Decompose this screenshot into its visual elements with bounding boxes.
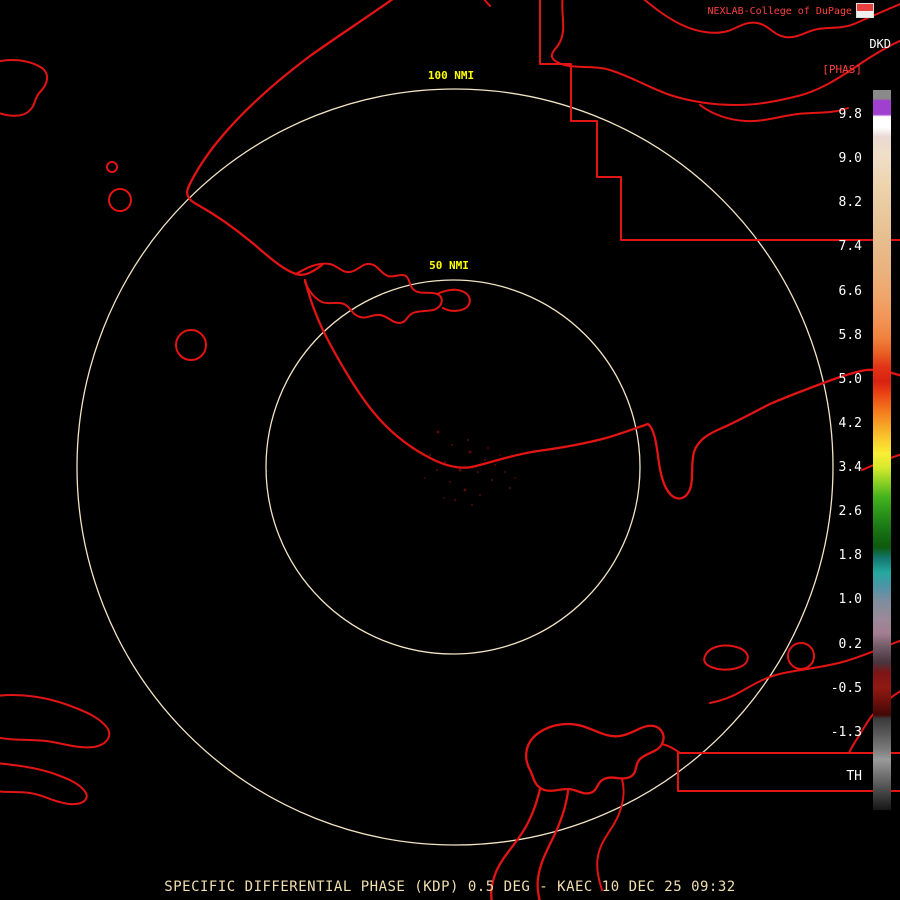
outer-ring-label: 100 NMI (424, 69, 478, 82)
coastline-northwest (186, 0, 394, 276)
colorbar-tick: 5.0 (838, 371, 862, 387)
units-label: [PHAS] (822, 63, 862, 76)
river-east (709, 639, 900, 704)
colorbar-tick: TH (846, 768, 862, 784)
river-south-3 (596, 778, 625, 891)
colorbar (873, 90, 891, 810)
inner-ring-label: 50 NMI (426, 259, 472, 272)
county-boundary-se-2 (677, 752, 900, 792)
colorbar-tick: 6.6 (838, 283, 862, 299)
radar-display: NEXLAB-College of DuPage DKD [PHAS] 9.8 9… (0, 0, 900, 900)
island-southwest-2 (0, 762, 88, 806)
colorbar-tick: 2.6 (838, 504, 862, 520)
colorbar-tick: -1.3 (830, 724, 862, 740)
colorbar-tick: 3.4 (838, 460, 862, 476)
bay-shoreline (295, 262, 443, 324)
colorbar-tick: 9.8 (838, 107, 862, 122)
product-caption: SPECIFIC DIFFERENTIAL PHASE (KDP) 0.5 DE… (164, 879, 736, 895)
colorbar-tick: -0.5 (830, 680, 862, 696)
colorbar-tick: 8.2 (838, 195, 862, 211)
map-boundaries (0, 0, 900, 900)
colorbar-tick: 4.2 (838, 415, 862, 431)
lake-northwest (0, 59, 48, 117)
page-title: NEXLAB-College of DuPage (707, 6, 853, 17)
lake-east (703, 644, 749, 671)
island-southwest-1 (0, 694, 111, 749)
colorbar-tick: 9.0 (838, 151, 862, 167)
colorbar-tick: 5.8 (838, 327, 862, 343)
radar-map-svg (0, 0, 900, 900)
lake-west-1 (108, 188, 132, 212)
colorbar-tick: 7.4 (838, 239, 862, 255)
boundary-top-segment (483, 0, 491, 7)
lake-west-2 (106, 161, 118, 173)
colorbar-tick: 1.8 (838, 548, 862, 564)
cod-logo-icon (856, 3, 874, 18)
lake-east-round (787, 642, 815, 670)
product-code-label: DKD (869, 37, 891, 51)
river-south-connector (661, 743, 681, 754)
colorbar-tick: 0.2 (838, 636, 862, 652)
colorbar-tick: 1.0 (838, 592, 862, 608)
lake-west-3 (175, 329, 207, 361)
coastline-south-east (303, 278, 900, 500)
bay-south (525, 722, 665, 795)
